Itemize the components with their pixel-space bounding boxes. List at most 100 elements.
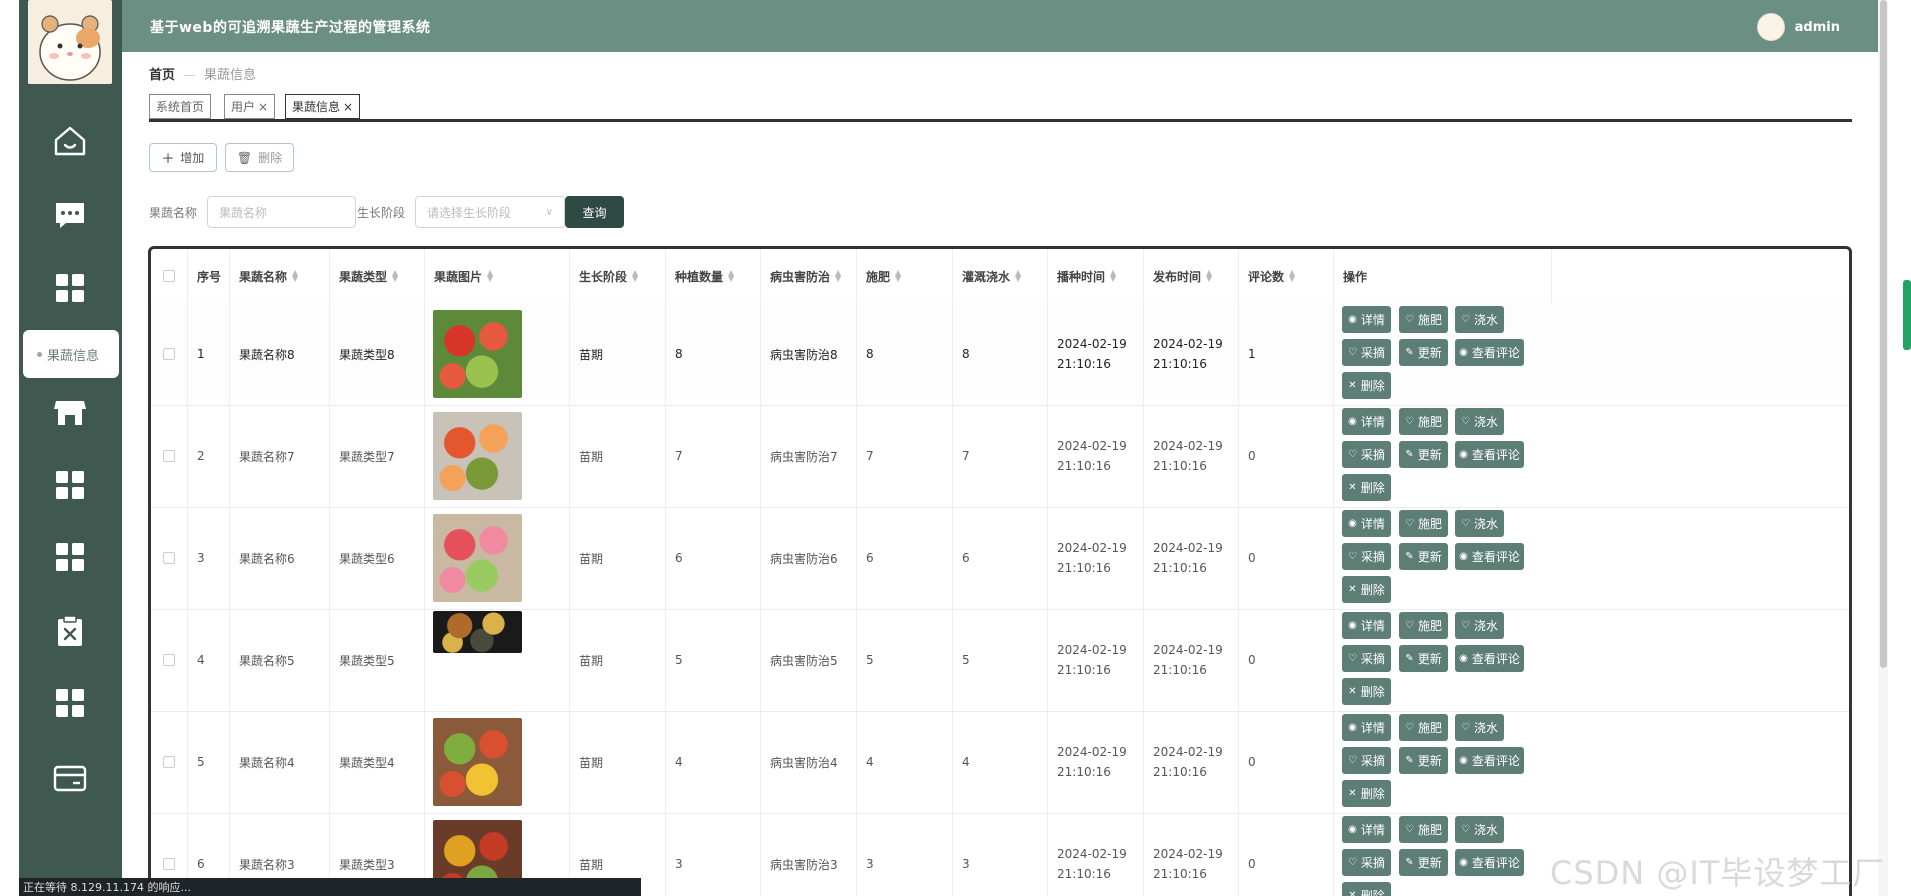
view-comments-button[interactable]: ◉ 查看评论	[1455, 849, 1524, 876]
sort-icon[interactable]: ▲ ▼	[1015, 269, 1021, 283]
close-icon[interactable]: ×	[343, 100, 353, 114]
detail-button[interactable]: ◉ 详情	[1342, 714, 1391, 741]
page-scrollbar[interactable]	[1878, 0, 1888, 896]
fertilize-button[interactable]: ♡ 施肥	[1399, 306, 1448, 333]
row-checkbox[interactable]	[163, 450, 175, 462]
view-comments-button[interactable]: ◉ 查看评论	[1455, 543, 1524, 570]
row-delete-button[interactable]: ✕ 删除	[1342, 678, 1391, 705]
tab-fruit-info[interactable]: 果蔬信息 ×	[285, 94, 361, 119]
card-icon[interactable]	[51, 759, 89, 797]
clipboard-x-icon[interactable]	[51, 612, 89, 650]
sort-icon[interactable]: ▲ ▼	[292, 269, 298, 283]
sidebar-item-fruit-info[interactable]: 果蔬信息	[23, 330, 119, 378]
column-header[interactable]: 病虫害防治 ▲ ▼	[761, 249, 857, 303]
tab-users[interactable]: 用户 ×	[224, 94, 276, 119]
water-button[interactable]: ♡ 浇水	[1455, 408, 1504, 435]
column-header[interactable]: 发布时间 ▲ ▼	[1144, 249, 1239, 303]
produce-image[interactable]	[433, 310, 522, 398]
update-button[interactable]: ✎ 更新	[1399, 441, 1448, 468]
user-menu[interactable]: admin	[1756, 13, 1840, 41]
grid-icon[interactable]	[51, 538, 89, 576]
sort-icon[interactable]: ▲ ▼	[895, 269, 901, 283]
grid-icon[interactable]	[51, 466, 89, 504]
column-header[interactable]: 生长阶段 ▲ ▼	[570, 249, 666, 303]
detail-button[interactable]: ◉ 详情	[1342, 612, 1391, 639]
produce-image[interactable]	[433, 514, 522, 602]
sort-icon[interactable]: ▲ ▼	[835, 269, 841, 283]
pick-button[interactable]: ♡ 采摘	[1342, 645, 1391, 672]
produce-image[interactable]	[433, 412, 522, 500]
shop-icon[interactable]	[51, 394, 89, 432]
column-header[interactable]: 播种时间 ▲ ▼	[1048, 249, 1144, 303]
checkbox[interactable]	[163, 270, 175, 282]
view-comments-button[interactable]: ◉ 查看评论	[1455, 645, 1524, 672]
pick-button[interactable]: ♡ 采摘	[1342, 441, 1391, 468]
pick-button[interactable]: ♡ 采摘	[1342, 339, 1391, 366]
sort-icon[interactable]: ▲ ▼	[728, 269, 734, 283]
column-header[interactable]: 施肥 ▲ ▼	[857, 249, 953, 303]
row-checkbox[interactable]	[163, 552, 175, 564]
add-button[interactable]: + 增加	[149, 143, 217, 172]
column-header[interactable]: 果蔬类型 ▲ ▼	[330, 249, 425, 303]
column-header[interactable]: 种植数量 ▲ ▼	[666, 249, 761, 303]
detail-button[interactable]: ◉ 详情	[1342, 510, 1391, 537]
row-checkbox[interactable]	[163, 858, 175, 870]
select-all-checkbox[interactable]	[151, 249, 188, 303]
sort-icon[interactable]: ▲ ▼	[632, 269, 638, 283]
row-delete-button[interactable]: ✕ 删除	[1342, 372, 1391, 399]
update-button[interactable]: ✎ 更新	[1399, 645, 1448, 672]
fertilize-button[interactable]: ♡ 施肥	[1399, 510, 1448, 537]
row-delete-button[interactable]: ✕ 删除	[1342, 882, 1391, 896]
produce-image[interactable]	[433, 718, 522, 806]
update-button[interactable]: ✎ 更新	[1399, 339, 1448, 366]
query-button[interactable]: 查询	[565, 196, 624, 228]
view-comments-button[interactable]: ◉ 查看评论	[1455, 339, 1524, 366]
water-button[interactable]: ♡ 浇水	[1455, 306, 1504, 333]
column-header[interactable]: 灌溉浇水 ▲ ▼	[953, 249, 1048, 303]
fertilize-button[interactable]: ♡ 施肥	[1399, 816, 1448, 843]
column-header[interactable]: 果蔬图片 ▲ ▼	[425, 249, 570, 303]
row-checkbox[interactable]	[163, 756, 175, 768]
column-header[interactable]: 评论数 ▲ ▼	[1239, 249, 1334, 303]
water-button[interactable]: ♡ 浇水	[1455, 714, 1504, 741]
sort-icon[interactable]: ▲ ▼	[1289, 269, 1295, 283]
pick-button[interactable]: ♡ 采摘	[1342, 543, 1391, 570]
row-delete-button[interactable]: ✕ 删除	[1342, 576, 1391, 603]
message-icon[interactable]	[51, 196, 89, 234]
fertilize-button[interactable]: ♡ 施肥	[1399, 714, 1448, 741]
sort-icon[interactable]: ▲ ▼	[392, 269, 398, 283]
water-button[interactable]: ♡ 浇水	[1455, 510, 1504, 537]
water-button[interactable]: ♡ 浇水	[1455, 612, 1504, 639]
breadcrumb-home[interactable]: 首页	[149, 68, 175, 83]
view-comments-button[interactable]: ◉ 查看评论	[1455, 441, 1524, 468]
grid-icon[interactable]	[51, 269, 89, 307]
row-checkbox[interactable]	[163, 654, 175, 666]
sort-icon[interactable]: ▲ ▼	[1110, 269, 1116, 283]
column-header[interactable]: 果蔬名称 ▲ ▼	[230, 249, 330, 303]
fertilize-button[interactable]: ♡ 施肥	[1399, 408, 1448, 435]
detail-button[interactable]: ◉ 详情	[1342, 306, 1391, 333]
produce-image[interactable]	[433, 611, 522, 653]
tab-system-home[interactable]: 系统首页	[149, 94, 212, 119]
close-icon[interactable]: ×	[258, 100, 268, 114]
grid-icon[interactable]	[51, 684, 89, 722]
fertilize-button[interactable]: ♡ 施肥	[1399, 612, 1448, 639]
search-name-input[interactable]: 果蔬名称	[207, 196, 356, 228]
detail-button[interactable]: ◉ 详情	[1342, 408, 1391, 435]
water-button[interactable]: ♡ 浇水	[1455, 816, 1504, 843]
update-button[interactable]: ✎ 更新	[1399, 543, 1448, 570]
row-delete-button[interactable]: ✕ 删除	[1342, 474, 1391, 501]
side-tab[interactable]	[1903, 280, 1911, 350]
view-comments-button[interactable]: ◉ 查看评论	[1455, 747, 1524, 774]
home-icon[interactable]	[51, 122, 89, 160]
row-delete-button[interactable]: ✕ 删除	[1342, 780, 1391, 807]
stage-select[interactable]: 请选择生长阶段 ∨	[415, 196, 565, 228]
update-button[interactable]: ✎ 更新	[1399, 849, 1448, 876]
row-checkbox[interactable]	[163, 348, 175, 360]
update-button[interactable]: ✎ 更新	[1399, 747, 1448, 774]
delete-button[interactable]: 🗑 删除	[225, 143, 294, 172]
pick-button[interactable]: ♡ 采摘	[1342, 747, 1391, 774]
pick-button[interactable]: ♡ 采摘	[1342, 849, 1391, 876]
detail-button[interactable]: ◉ 详情	[1342, 816, 1391, 843]
sort-icon[interactable]: ▲ ▼	[487, 269, 493, 283]
